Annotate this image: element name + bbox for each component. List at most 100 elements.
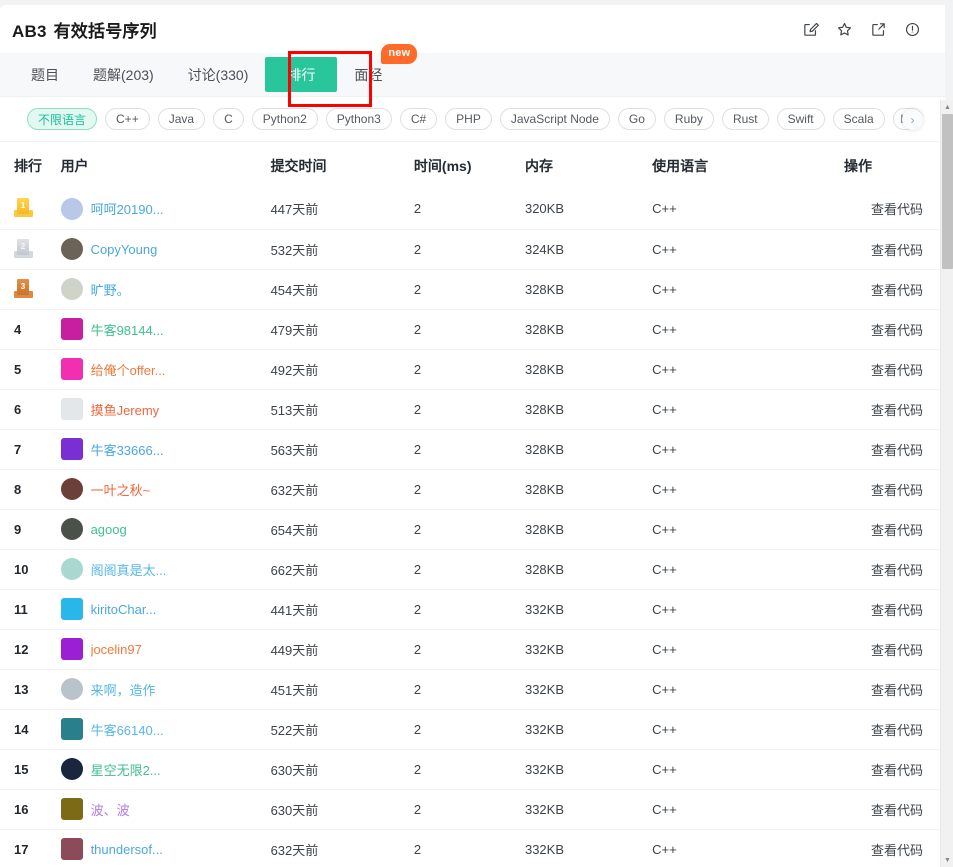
tab-ranking[interactable]: 排行 [265,57,338,92]
cell-submit-time: 630天前 [270,789,414,830]
user-name-link[interactable]: 牛客33666... [91,440,164,459]
col-action: 操作 [843,142,945,189]
view-code-link[interactable]: 查看代码 [871,283,923,298]
view-code-link[interactable]: 查看代码 [871,243,923,258]
language-chip-java[interactable]: Java [157,108,206,130]
cell-user: 牛客66140... [60,709,271,750]
user-name-link[interactable]: 牛客66140... [91,720,164,739]
view-code-link[interactable]: 查看代码 [871,563,923,578]
view-code-link[interactable]: 查看代码 [871,803,923,818]
chip-next-label: › [910,112,915,127]
view-code-link[interactable]: 查看代码 [871,202,923,217]
user-name-link[interactable]: agoog [91,522,127,537]
tab-discussion[interactable]: 讨论(330) [171,53,266,96]
share-icon[interactable] [870,21,887,38]
language-chip-any[interactable]: 不限语言 [27,108,98,130]
cell-time-ms: 2 [413,549,525,590]
language-chip-rust[interactable]: Rust [721,108,769,130]
view-code-link[interactable]: 查看代码 [871,483,923,498]
language-chip-cpp[interactable]: C++ [105,108,150,130]
user-name-link[interactable]: 阁阁真是太... [91,560,167,579]
cell-rank: 8 [0,469,61,510]
cell-user: 星空无限2... [60,749,271,790]
language-chip-csharp[interactable]: C# [399,108,438,130]
cell-memory: 320KB [524,189,653,230]
view-code-link[interactable]: 查看代码 [871,723,923,738]
avatar [60,718,83,740]
avatar [60,197,83,220]
user-name-link[interactable]: 牛客98144... [91,320,164,339]
cell-submit-time: 492天前 [270,349,414,390]
cell-user: 波、波 [60,789,271,830]
user-name-link[interactable]: 给俺个offer... [91,360,166,379]
user-name-link[interactable]: jocelin97 [91,642,142,657]
view-code-link[interactable]: 查看代码 [871,443,923,458]
user-name-link[interactable]: 呵呵20190... [91,199,164,218]
chip-label: 不限语言 [38,112,87,127]
language-chip-php[interactable]: PHP [445,108,492,130]
view-code-link[interactable]: 查看代码 [871,683,923,698]
view-code-link[interactable]: 查看代码 [871,523,923,538]
ranking-table-body: 1 呵呵20190... 447天前 2 320KB C++ 查看代码 2 CopyYoung 5… [0,189,945,867]
cell-language: C++ [652,749,844,790]
scrollbar-thumb[interactable] [942,114,953,269]
vertical-scrollbar[interactable]: ▲ ▼ [940,100,953,867]
cell-submit-time: 632天前 [270,829,414,867]
scroll-down-icon[interactable]: ▼ [941,853,953,867]
user-name-link[interactable]: kiritoChar... [91,602,157,617]
ranking-table-head: 排行 用户 提交时间 时间(ms) 内存 使用语言 操作 [0,142,945,189]
table-row: 12 jocelin97 449天前 2 332KB C++ 查看代码 [0,629,945,670]
avatar [60,638,83,660]
language-chip-ruby[interactable]: Ruby [663,108,714,130]
user-name-link[interactable]: 一叶之秋~ [91,480,151,499]
view-code-link[interactable]: 查看代码 [871,603,923,618]
problem-code: AB3 [12,21,47,41]
cell-rank: 2 [0,229,61,270]
cell-rank: 7 [0,429,61,470]
col-user: 用户 [60,142,271,189]
view-code-link[interactable]: 查看代码 [871,843,923,858]
info-icon[interactable] [904,21,921,38]
cell-rank: 9 [0,509,61,550]
cell-time-ms: 2 [413,749,525,790]
cell-memory: 328KB [524,349,653,390]
user-name-link[interactable]: thundersof... [91,842,163,857]
language-chip-python2[interactable]: Python2 [251,108,318,130]
cell-user: 来啊，造作 [60,669,271,710]
language-chip-scala[interactable]: Scala [832,108,885,130]
chevron-right-icon[interactable]: › [902,109,923,130]
cell-user: kiritoChar... [60,589,271,630]
view-code-link[interactable]: 查看代码 [871,363,923,378]
cell-action: 查看代码 [843,509,945,550]
view-code-link[interactable]: 查看代码 [871,763,923,778]
star-icon[interactable] [836,21,853,38]
language-chip-javascript-node[interactable]: JavaScript Node [499,108,610,130]
cell-rank: 5 [0,349,61,390]
language-chip-python3[interactable]: Python3 [325,108,392,130]
cell-user: CopyYoung [60,229,271,270]
tab-interview[interactable]: 面经 new [337,44,418,96]
table-row: 6 摸鱼Jeremy 513天前 2 328KB C++ 查看代码 [0,389,945,430]
tab-solutions[interactable]: 题解(203) [76,53,171,96]
language-chip-swift[interactable]: Swift [776,108,825,130]
view-code-link[interactable]: 查看代码 [871,323,923,338]
user-name-link[interactable]: 星空无限2... [91,760,161,779]
user-name-link[interactable]: 摸鱼Jeremy [91,400,160,419]
user-name-link[interactable]: 来啊，造作 [91,680,156,699]
user-name-link[interactable]: 波、波 [91,800,130,819]
cell-language: C++ [652,549,844,590]
view-code-link[interactable]: 查看代码 [871,403,923,418]
cell-memory: 328KB [524,269,653,310]
language-chip-go[interactable]: Go [617,108,656,130]
language-chip-c[interactable]: C [213,108,244,130]
user-name-link[interactable]: CopyYoung [91,242,158,257]
cell-submit-time: 441天前 [270,589,414,630]
scroll-up-icon[interactable]: ▲ [941,100,953,114]
rank-number: 14 [14,721,29,737]
cell-rank: 11 [0,589,61,630]
user-name-link[interactable]: 旷野。 [91,280,130,299]
note-edit-icon[interactable] [802,21,819,38]
view-code-link[interactable]: 查看代码 [871,643,923,658]
tab-problem[interactable]: 题目 [14,53,76,96]
cell-user: 摸鱼Jeremy [60,389,271,430]
